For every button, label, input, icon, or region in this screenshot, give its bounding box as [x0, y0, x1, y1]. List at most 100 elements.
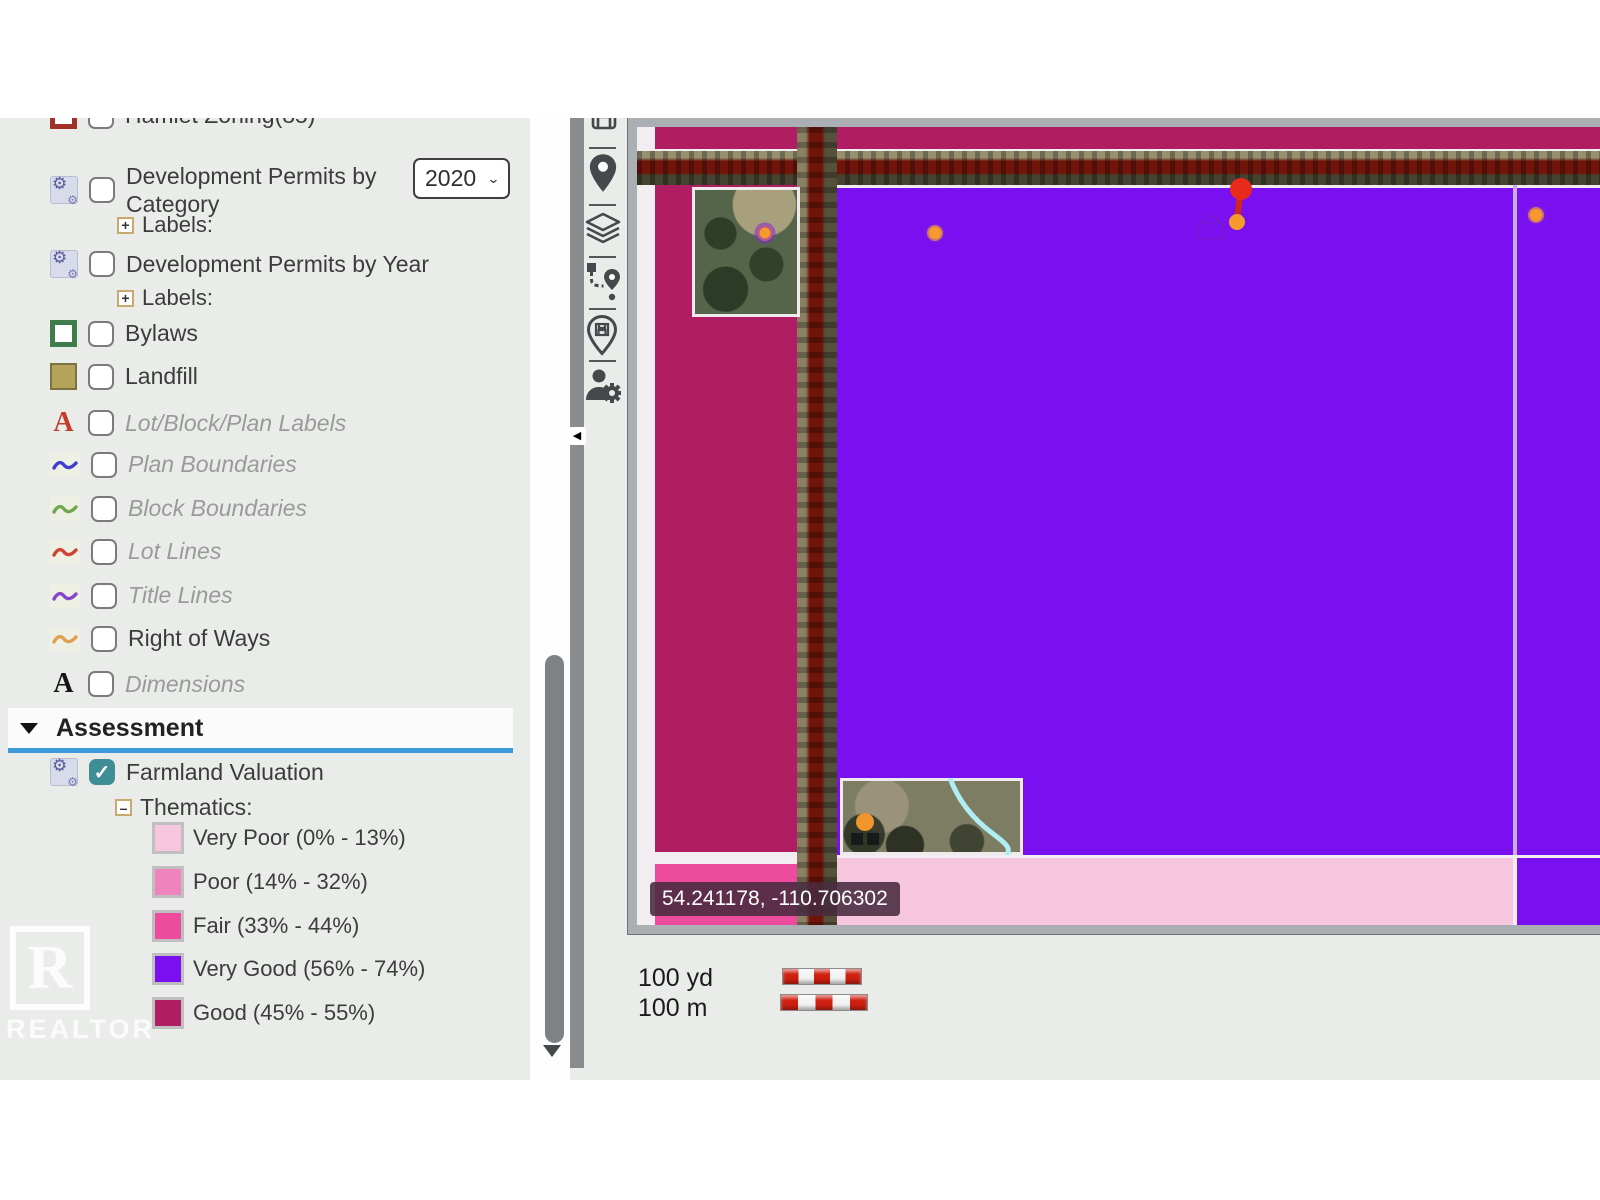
layer-row-lot-lines: Lot Lines [50, 538, 221, 565]
legend-item-very-good: Very Good (56% - 74%) [152, 953, 425, 985]
layer-label: Right of Ways [128, 625, 270, 652]
section-accent-underline [8, 748, 513, 753]
wave-line-icon [50, 453, 80, 477]
block-boundaries-checkbox[interactable] [91, 496, 117, 522]
scroll-down-arrow[interactable] [543, 1045, 561, 1057]
wave-line-icon [50, 584, 80, 608]
legend-item-poor: Poor (14% - 32%) [152, 866, 368, 898]
layer-row-bylaws: Bylaws [50, 320, 198, 347]
map-viewport[interactable]: 54.241178, -110.706302 [628, 118, 1600, 934]
dev-permits-year-checkbox[interactable] [89, 251, 115, 277]
layer-label: Development Permits by Year [126, 251, 429, 278]
text-label-icon: A [50, 668, 77, 700]
content-area: Hamlet Zoning(85) Development Permits by… [0, 118, 1600, 1080]
house-outline-marker [1197, 215, 1225, 239]
collapse-minus-icon[interactable]: – [115, 799, 132, 816]
lot-lines-checkbox[interactable] [91, 539, 117, 565]
layer-row-right-of-ways: Right of Ways [50, 625, 270, 652]
dev-permits-category-checkbox[interactable] [89, 177, 115, 203]
wave-line-icon [50, 540, 80, 564]
farmland-valuation-checkbox[interactable]: ✓ [89, 759, 115, 785]
hamlet-zoning-legend-icon [50, 118, 77, 129]
layer-label: Lot Lines [128, 538, 221, 565]
legend-swatch [152, 997, 184, 1029]
scale-label-meters: 100 m [638, 994, 707, 1023]
labels-caption: Labels: [142, 285, 213, 311]
save-location-icon[interactable] [586, 314, 618, 361]
labels-toggle-row: + Labels: [117, 212, 213, 238]
legend-label: Very Poor (0% - 13%) [193, 825, 406, 851]
location-pin-icon[interactable] [588, 152, 618, 199]
dimensions-checkbox[interactable] [88, 671, 114, 697]
layer-label: Block Boundaries [128, 495, 307, 522]
layer-row-farmland-valuation: ✓ Farmland Valuation [50, 758, 324, 786]
scale-label-yards: 100 yd [638, 964, 713, 993]
layer-label: Farmland Valuation [126, 759, 324, 786]
scale-bar-yards [782, 968, 862, 985]
layers-icon[interactable] [585, 209, 621, 254]
site-marker [856, 813, 874, 831]
assessment-section-header[interactable]: Assessment [8, 708, 513, 748]
layer-label: Dimensions [125, 671, 245, 698]
map-markers-layer [637, 127, 1600, 925]
right-of-ways-checkbox[interactable] [91, 626, 117, 652]
layer-label: Plan Boundaries [128, 451, 297, 478]
layer-row-plan-boundaries: Plan Boundaries [50, 451, 297, 478]
toolbar-divider [589, 204, 616, 206]
layer-row-dev-permits-year: Development Permits by Year [50, 250, 429, 278]
dev-permits-year-select[interactable]: 2020 ⌄ [413, 158, 510, 199]
labels-toggle-row: + Labels: [117, 285, 213, 311]
panel-divider-bar [570, 118, 584, 1068]
labels-caption: Labels: [142, 212, 213, 238]
gis-app-window: Hamlet Zoning(85) Development Permits by… [0, 0, 1600, 1200]
wave-line-icon [50, 627, 80, 651]
collapse-triangle-icon [20, 723, 38, 734]
legend-swatch [152, 822, 184, 854]
layer-label: Title Lines [128, 582, 233, 609]
landfill-checkbox[interactable] [88, 364, 114, 390]
realtor-watermark-text: REALTOR [6, 1014, 155, 1045]
bylaws-checkbox[interactable] [88, 321, 114, 347]
layer-label: Bylaws [125, 320, 198, 347]
expand-plus-icon[interactable]: + [117, 217, 134, 234]
layer-label: Landfill [125, 363, 198, 390]
title-lines-checkbox[interactable] [91, 583, 117, 609]
toolbar-divider [589, 308, 616, 310]
layer-row-lot-block-plan-labels: A Lot/Block/Plan Labels [50, 407, 346, 439]
site-marker [1528, 207, 1544, 223]
legend-item-good: Good (45% - 55%) [152, 997, 375, 1029]
scrollbar-thumb[interactable] [545, 655, 564, 1043]
legend-label: Very Good (56% - 74%) [193, 956, 425, 982]
lot-block-plan-labels-checkbox[interactable] [88, 410, 114, 436]
hamlet-zoning-checkbox[interactable] [88, 118, 114, 129]
landfill-legend-icon [50, 363, 77, 390]
thematics-toggle-row: – Thematics: [115, 794, 252, 821]
layer-row-landfill: Landfill [50, 363, 198, 390]
route-icon[interactable] [585, 260, 621, 311]
thematic-layer-icon [50, 250, 78, 278]
legend-swatch [152, 953, 184, 985]
bylaws-legend-icon [50, 320, 77, 347]
save-icon[interactable] [591, 118, 617, 135]
scale-bar-meters [780, 994, 868, 1011]
site-marker [757, 225, 773, 241]
thematic-layer-icon [50, 176, 78, 204]
legend-swatch [152, 910, 184, 942]
site-marker [1229, 214, 1245, 230]
layer-row-block-boundaries: Block Boundaries [50, 495, 307, 522]
map-canvas[interactable]: 54.241178, -110.706302 [637, 127, 1600, 925]
thematic-layer-icon [50, 758, 78, 786]
expand-plus-icon[interactable]: + [117, 290, 134, 307]
plan-boundaries-checkbox[interactable] [91, 452, 117, 478]
selected-year: 2020 [425, 165, 476, 192]
user-settings-icon[interactable] [585, 364, 621, 409]
layer-label: Lot/Block/Plan Labels [125, 410, 346, 437]
collapse-sidebar-button[interactable]: ◀ [568, 427, 586, 445]
text-label-icon: A [50, 407, 77, 439]
thematics-caption: Thematics: [140, 794, 252, 821]
layer-label: Development Permits by Category [126, 162, 398, 218]
chevron-down-icon: ⌄ [487, 171, 500, 187]
legend-label: Fair (33% - 44%) [193, 913, 359, 939]
legend-label: Poor (14% - 32%) [193, 869, 368, 895]
legend-item-very-poor: Very Poor (0% - 13%) [152, 822, 406, 854]
